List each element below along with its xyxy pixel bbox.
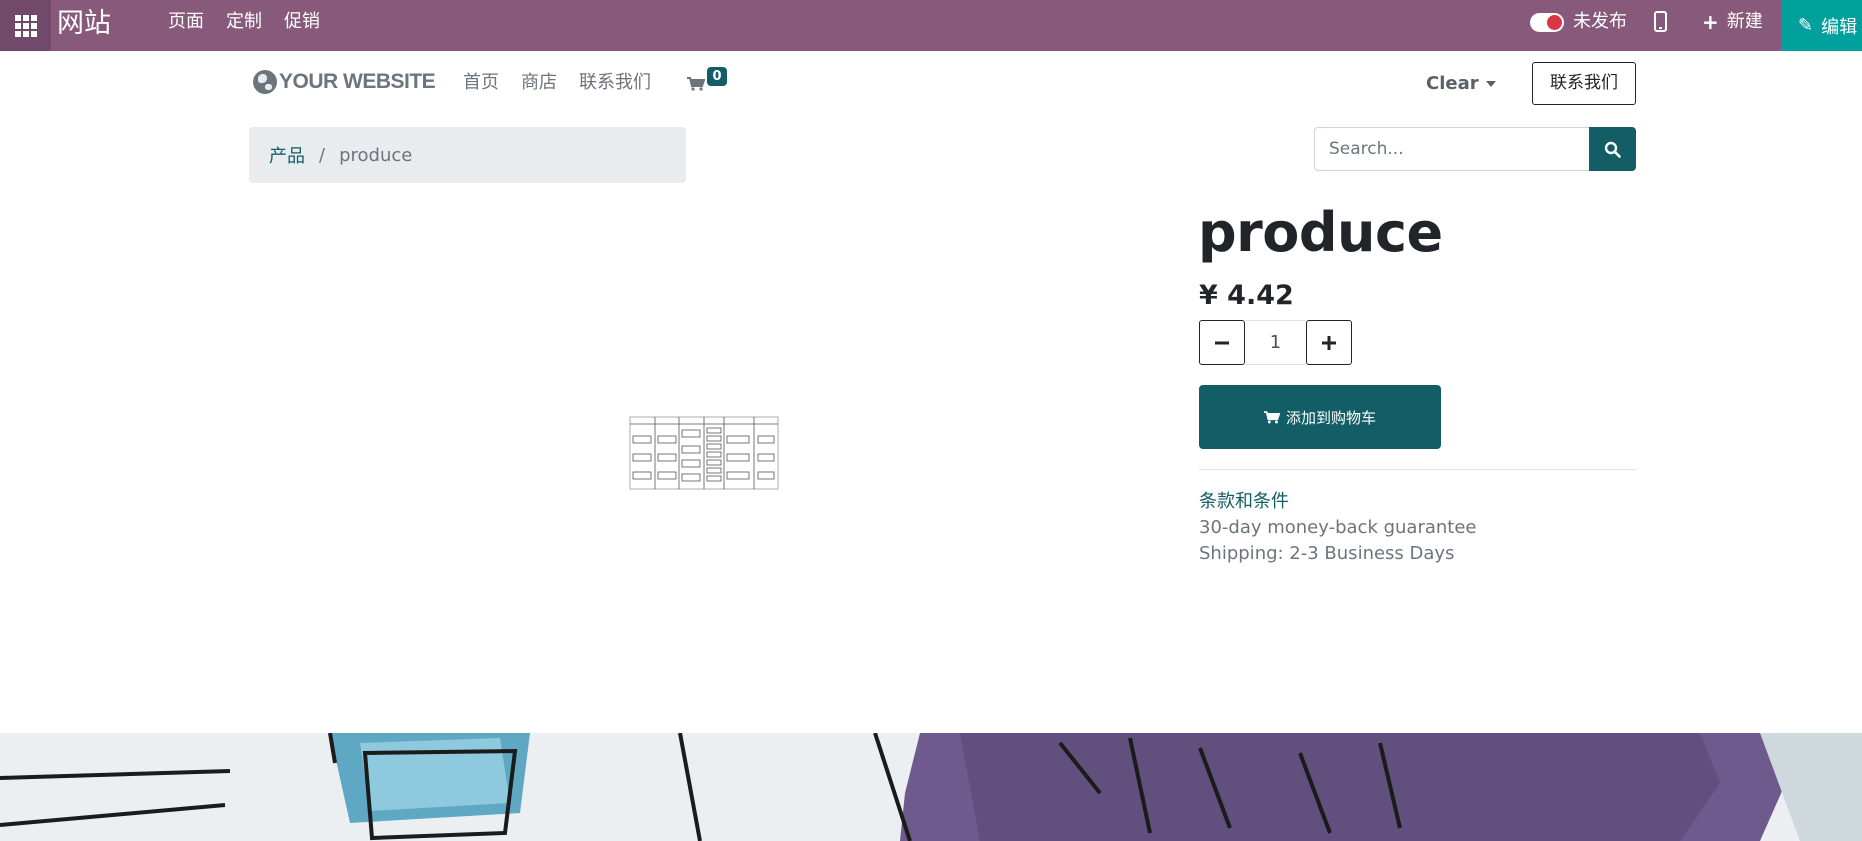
product-title: produce <box>1198 201 1443 264</box>
plus-icon: + <box>1702 10 1719 34</box>
search-icon <box>1604 141 1621 158</box>
add-to-cart-label: 添加到购物车 <box>1285 408 1376 427</box>
plus-icon <box>1322 335 1336 350</box>
divider <box>1199 469 1636 470</box>
terms-and-conditions-link[interactable]: 条款和条件 <box>1199 489 1477 515</box>
new-button[interactable]: + 新建 <box>1702 10 1763 34</box>
quantity-input[interactable]: 1 <box>1245 320 1306 365</box>
add-to-cart-button[interactable]: 添加到购物车 <box>1199 385 1441 449</box>
quantity-increase-button[interactable] <box>1306 320 1352 365</box>
quantity-decrease-button[interactable] <box>1199 320 1245 365</box>
nav-item-home[interactable]: 首页 <box>463 71 499 95</box>
apps-grid-icon <box>14 14 37 37</box>
nav-item-shop[interactable]: 商店 <box>521 71 557 95</box>
apps-menu-button[interactable] <box>0 0 51 51</box>
caret-down-icon <box>1485 81 1496 87</box>
edit-button[interactable]: ✎ 编辑 <box>1781 0 1862 51</box>
new-label: 新建 <box>1726 11 1763 32</box>
site-nav: 首页 商店 联系我们 <box>463 71 651 95</box>
cart-icon <box>1263 410 1280 423</box>
admin-bar: 网站 页面 定制 促销 未发布 + 新建 ✎ 编辑 <box>0 0 1862 51</box>
admin-menu: 页面 定制 促销 <box>168 10 320 34</box>
clear-label: Clear <box>1426 73 1479 94</box>
product-terms: 条款和条件 30-day money-back guarantee Shippi… <box>1199 489 1477 567</box>
footer-banner-image <box>0 733 1862 841</box>
search-bar <box>1314 127 1636 171</box>
site-logo[interactable]: YOUR WEBSITE <box>253 70 436 94</box>
search-input[interactable] <box>1314 127 1589 171</box>
cart-count-badge: 0 <box>707 67 727 86</box>
admin-app-title[interactable]: 网站 <box>57 6 111 42</box>
minus-icon <box>1215 341 1229 344</box>
admin-menu-pages[interactable]: 页面 <box>168 10 204 34</box>
cart-icon <box>687 77 705 91</box>
product-price: ¥ 4.42 <box>1199 280 1294 311</box>
edit-label: 编辑 <box>1821 16 1858 38</box>
logo-text: YOUR WEBSITE <box>279 70 436 93</box>
guarantee-text: 30-day money-back guarantee <box>1199 517 1477 538</box>
nav-item-contact[interactable]: 联系我们 <box>579 71 651 95</box>
quantity-stepper: 1 <box>1199 320 1352 365</box>
toggle-icon[interactable] <box>1530 12 1564 32</box>
breadcrumb-current: produce <box>339 144 413 166</box>
contact-us-button[interactable]: 联系我们 <box>1532 62 1636 105</box>
mobile-preview-icon[interactable] <box>1654 11 1667 32</box>
clear-dropdown[interactable]: Clear <box>1426 72 1496 96</box>
globe-icon <box>253 70 277 94</box>
breadcrumb: 产品 / produce <box>249 127 686 183</box>
product-image[interactable] <box>629 416 779 490</box>
publish-label: 未发布 <box>1573 11 1627 32</box>
admin-menu-promote[interactable]: 促销 <box>284 10 320 34</box>
search-button[interactable] <box>1589 127 1636 171</box>
admin-menu-customize[interactable]: 定制 <box>226 10 262 34</box>
pencil-icon: ✎ <box>1798 14 1814 36</box>
breadcrumb-separator: / <box>319 144 326 166</box>
shipping-text: Shipping: 2-3 Business Days <box>1199 543 1455 564</box>
publish-toggle[interactable]: 未发布 <box>1530 10 1627 34</box>
breadcrumb-products-link[interactable]: 产品 <box>269 142 305 168</box>
cart-link[interactable]: 0 <box>687 67 727 96</box>
